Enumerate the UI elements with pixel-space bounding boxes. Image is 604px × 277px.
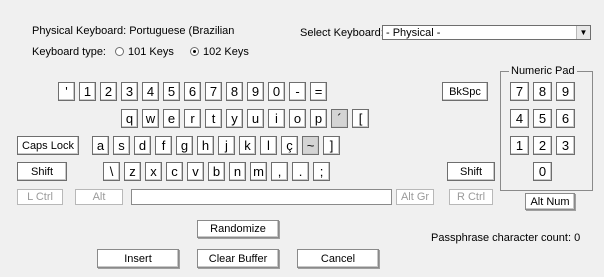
physical-keyboard-label: Physical Keyboard: Portuguese (Brazilian bbox=[32, 25, 235, 37]
key[interactable]: b bbox=[208, 162, 225, 181]
numeric-pad-title: Numeric Pad bbox=[509, 65, 577, 77]
select-keyboard-dropdown[interactable]: - Physical - ▼ bbox=[382, 25, 591, 40]
key[interactable]: 1 bbox=[79, 82, 96, 101]
key[interactable]: t bbox=[205, 109, 222, 128]
key[interactable]: 4 bbox=[142, 82, 159, 101]
randomize-button[interactable]: Randomize bbox=[197, 220, 279, 238]
key[interactable]: u bbox=[247, 109, 264, 128]
key[interactable]: g bbox=[176, 136, 193, 155]
key[interactable]: ' bbox=[58, 82, 75, 101]
key[interactable]: - bbox=[289, 82, 306, 101]
key[interactable]: h bbox=[197, 136, 214, 155]
keyboard-type-label: Keyboard type: bbox=[32, 46, 106, 58]
alt-gr-key[interactable]: Alt Gr bbox=[396, 189, 434, 205]
insert-button[interactable]: Insert bbox=[97, 249, 179, 268]
key[interactable]: ´ bbox=[331, 109, 348, 128]
key[interactable]: f bbox=[155, 136, 172, 155]
radio-icon bbox=[115, 47, 124, 56]
key[interactable]: c bbox=[166, 162, 183, 181]
key[interactable]: ç bbox=[281, 136, 298, 155]
numpad-key[interactable]: 6 bbox=[556, 109, 575, 128]
key[interactable]: 0 bbox=[268, 82, 285, 101]
key[interactable]: l bbox=[260, 136, 277, 155]
radio-101-label: 101 Keys bbox=[128, 46, 174, 58]
shift-right-key[interactable]: Shift bbox=[447, 162, 495, 181]
key[interactable]: y bbox=[226, 109, 243, 128]
shift-left-key[interactable]: Shift bbox=[17, 162, 67, 181]
radio-selected-icon bbox=[190, 47, 199, 56]
key[interactable]: [ bbox=[352, 109, 369, 128]
alt-key[interactable]: Alt bbox=[75, 189, 123, 205]
key[interactable]: e bbox=[163, 109, 180, 128]
numpad-key[interactable]: 1 bbox=[510, 136, 529, 155]
key[interactable]: k bbox=[239, 136, 256, 155]
cancel-button[interactable]: Cancel bbox=[297, 249, 379, 268]
key[interactable]: a bbox=[92, 136, 109, 155]
backspace-key[interactable]: BkSpc bbox=[442, 82, 488, 101]
key[interactable]: s bbox=[113, 136, 130, 155]
radio-101-keys[interactable]: 101 Keys bbox=[115, 46, 174, 59]
radio-102-keys[interactable]: 102 Keys bbox=[190, 46, 249, 59]
key[interactable]: q bbox=[121, 109, 138, 128]
numpad-key[interactable]: 9 bbox=[556, 82, 575, 101]
key[interactable]: j bbox=[218, 136, 235, 155]
key[interactable]: p bbox=[310, 109, 327, 128]
key[interactable]: o bbox=[289, 109, 306, 128]
key[interactable]: 3 bbox=[121, 82, 138, 101]
key[interactable]: d bbox=[134, 136, 151, 155]
key[interactable]: m bbox=[250, 162, 267, 181]
key[interactable]: ] bbox=[323, 136, 340, 155]
key[interactable]: . bbox=[292, 162, 309, 181]
key[interactable]: r bbox=[184, 109, 201, 128]
radio-102-label: 102 Keys bbox=[203, 46, 249, 58]
left-ctrl-key[interactable]: L Ctrl bbox=[17, 189, 63, 205]
key[interactable]: z bbox=[124, 162, 141, 181]
spacebar-key[interactable] bbox=[131, 189, 392, 205]
key[interactable]: = bbox=[310, 82, 327, 101]
key[interactable]: w bbox=[142, 109, 159, 128]
key[interactable]: ; bbox=[313, 162, 330, 181]
key[interactable]: 7 bbox=[205, 82, 222, 101]
alt-num-button[interactable]: Alt Num bbox=[525, 193, 575, 210]
key[interactable]: ~ bbox=[302, 136, 319, 155]
numpad-key[interactable]: 7 bbox=[510, 82, 529, 101]
key[interactable]: x bbox=[145, 162, 162, 181]
key[interactable]: 2 bbox=[100, 82, 117, 101]
key[interactable]: \ bbox=[103, 162, 120, 181]
key[interactable]: i bbox=[268, 109, 285, 128]
key[interactable]: , bbox=[271, 162, 288, 181]
key[interactable]: 9 bbox=[247, 82, 264, 101]
key[interactable]: 5 bbox=[163, 82, 180, 101]
numpad-key[interactable]: 0 bbox=[533, 162, 552, 181]
select-keyboard-label: Select Keyboard: bbox=[300, 27, 384, 39]
chevron-down-icon: ▼ bbox=[576, 26, 590, 39]
numpad-key[interactable]: 5 bbox=[533, 109, 552, 128]
key[interactable]: n bbox=[229, 162, 246, 181]
passphrase-count-label: Passphrase character count: 0 bbox=[431, 232, 581, 244]
select-keyboard-value: - Physical - bbox=[386, 26, 441, 39]
numpad-key[interactable]: 3 bbox=[556, 136, 575, 155]
numpad-key[interactable]: 2 bbox=[533, 136, 552, 155]
numpad-key[interactable]: 4 bbox=[510, 109, 529, 128]
numpad-key[interactable]: 8 bbox=[533, 82, 552, 101]
right-ctrl-key[interactable]: R Ctrl bbox=[449, 189, 493, 205]
clear-buffer-button[interactable]: Clear Buffer bbox=[197, 249, 279, 268]
key[interactable]: v bbox=[187, 162, 204, 181]
caps-lock-key[interactable]: Caps Lock bbox=[17, 136, 79, 155]
key[interactable]: 8 bbox=[226, 82, 243, 101]
key[interactable]: 6 bbox=[184, 82, 201, 101]
